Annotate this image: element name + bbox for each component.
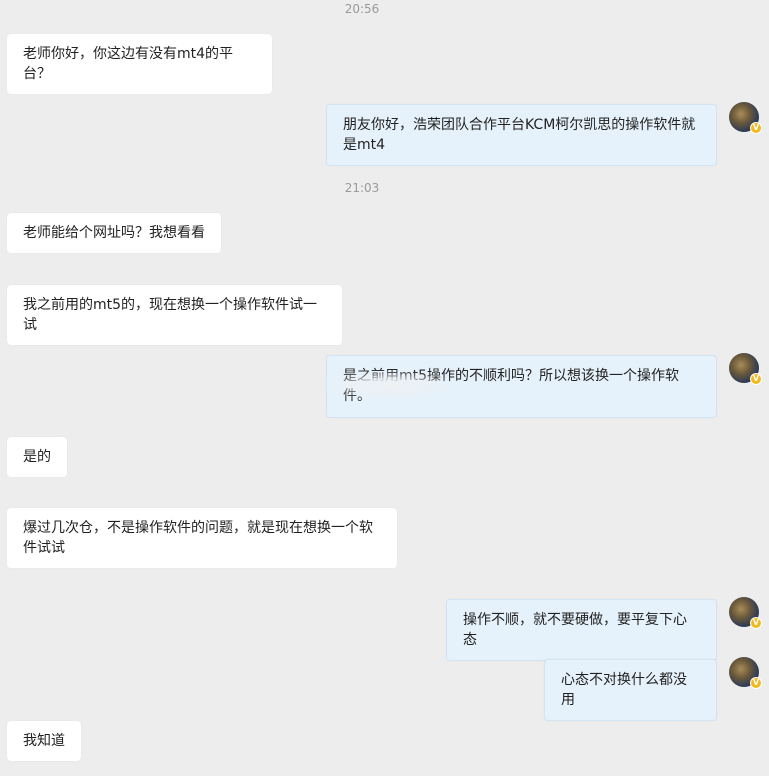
message-incoming[interactable]: 我之前用的mt5的，现在想换一个操作软件试一试 [7,285,342,345]
message-incoming[interactable]: 我知道 [7,721,81,761]
message-incoming[interactable]: 老师能给个网址吗？我想看看 [7,213,221,253]
message-incoming[interactable]: 是的 [7,437,67,477]
chat-window: 20:56 老师你好，你这边有没有mt4的平台？ 朋友你好，浩荣团队合作平台KC… [0,0,769,776]
message-outgoing[interactable]: 操作不顺，就不要硬做，要平复下心态 [446,599,717,661]
avatar[interactable]: V [729,657,762,689]
message-outgoing[interactable]: 朋友你好，浩荣团队合作平台KCM柯尔凯思的操作软件就是mt4 [326,104,717,166]
message-incoming[interactable]: 老师你好，你这边有没有mt4的平台？ [7,34,272,94]
avatar[interactable]: V [729,353,762,385]
verified-badge-icon: V [750,617,762,629]
avatar[interactable]: V [729,102,762,134]
verified-badge-icon: V [750,677,762,689]
verified-badge-icon: V [750,122,762,134]
verified-badge-icon: V [750,373,762,385]
message-incoming[interactable]: 爆过几次仓，不是操作软件的问题，就是现在想换一个软件试试 [7,508,397,568]
timestamp: 21:03 [344,181,380,195]
blurred-redaction [318,370,458,400]
avatar[interactable]: V [729,597,762,629]
timestamp: 20:56 [344,2,380,16]
message-outgoing[interactable]: 心态不对换什么都没用 [544,659,717,721]
